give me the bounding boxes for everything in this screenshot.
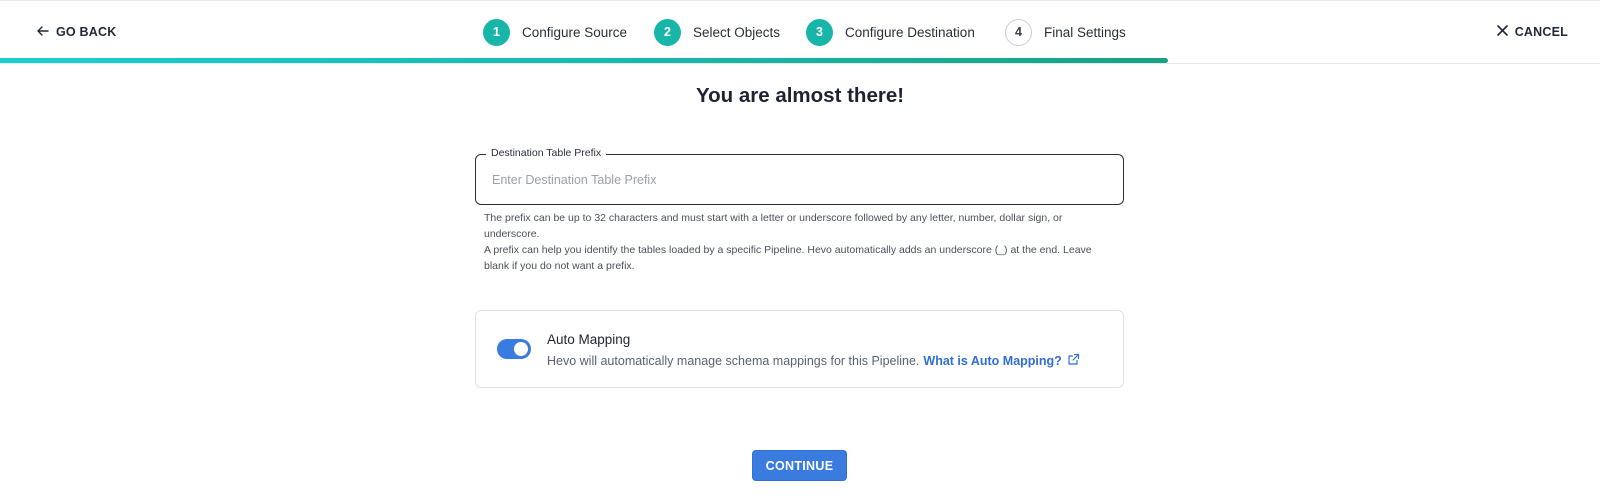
toggle-knob: [514, 342, 528, 356]
step-label: Final Settings: [1044, 24, 1126, 40]
step-configure-destination[interactable]: 3 Configure Destination: [806, 18, 975, 46]
cancel-label: CANCEL: [1514, 25, 1568, 39]
external-link-icon: [1067, 353, 1080, 369]
step-number-badge: 3: [806, 18, 833, 46]
auto-mapping-description-row: Hevo will automatically manage schema ma…: [547, 353, 1080, 369]
step-number-badge: 4: [1005, 18, 1032, 46]
auto-mapping-card: Auto Mapping Hevo will automatically man…: [475, 310, 1124, 388]
step-select-objects[interactable]: 2 Select Objects: [654, 18, 780, 46]
prefix-help-text: The prefix can be up to 32 characters an…: [484, 210, 1116, 274]
auto-mapping-help-link[interactable]: What is Auto Mapping?: [923, 353, 1079, 369]
step-final-settings: 4 Final Settings: [1005, 18, 1126, 46]
top-navigation-bar: GO BACK 1 Configure Source 2 Select Obje…: [0, 0, 1600, 64]
cancel-button[interactable]: CANCEL: [1496, 21, 1568, 43]
wizard-progress-bar: [0, 58, 1168, 63]
close-icon: [1496, 25, 1508, 39]
continue-button[interactable]: CONTINUE: [752, 450, 847, 481]
field-label: Destination Table Prefix: [486, 147, 607, 159]
destination-table-prefix-field: Destination Table Prefix: [475, 147, 1124, 205]
step-label: Configure Destination: [845, 24, 975, 40]
help-text-line: The prefix can be up to 32 characters an…: [484, 212, 1063, 240]
help-text-line: A prefix can help you identify the table…: [484, 244, 1092, 272]
page-title: You are almost there!: [695, 84, 905, 107]
auto-mapping-toggle[interactable]: [497, 339, 531, 359]
step-label: Select Objects: [693, 24, 781, 40]
auto-mapping-description: Hevo will automatically manage schema ma…: [547, 354, 920, 368]
step-label: Configure Source: [522, 24, 628, 40]
destination-table-prefix-input[interactable]: [492, 168, 1102, 192]
wizard-steps: 1 Configure Source 2 Select Objects 3 Co…: [0, 18, 1600, 46]
step-number-badge: 2: [654, 18, 681, 46]
auto-mapping-title: Auto Mapping: [547, 332, 631, 347]
step-number-badge: 1: [483, 18, 510, 46]
step-configure-source[interactable]: 1 Configure Source: [483, 18, 627, 46]
help-link-label: What is Auto Mapping?: [923, 354, 1062, 368]
